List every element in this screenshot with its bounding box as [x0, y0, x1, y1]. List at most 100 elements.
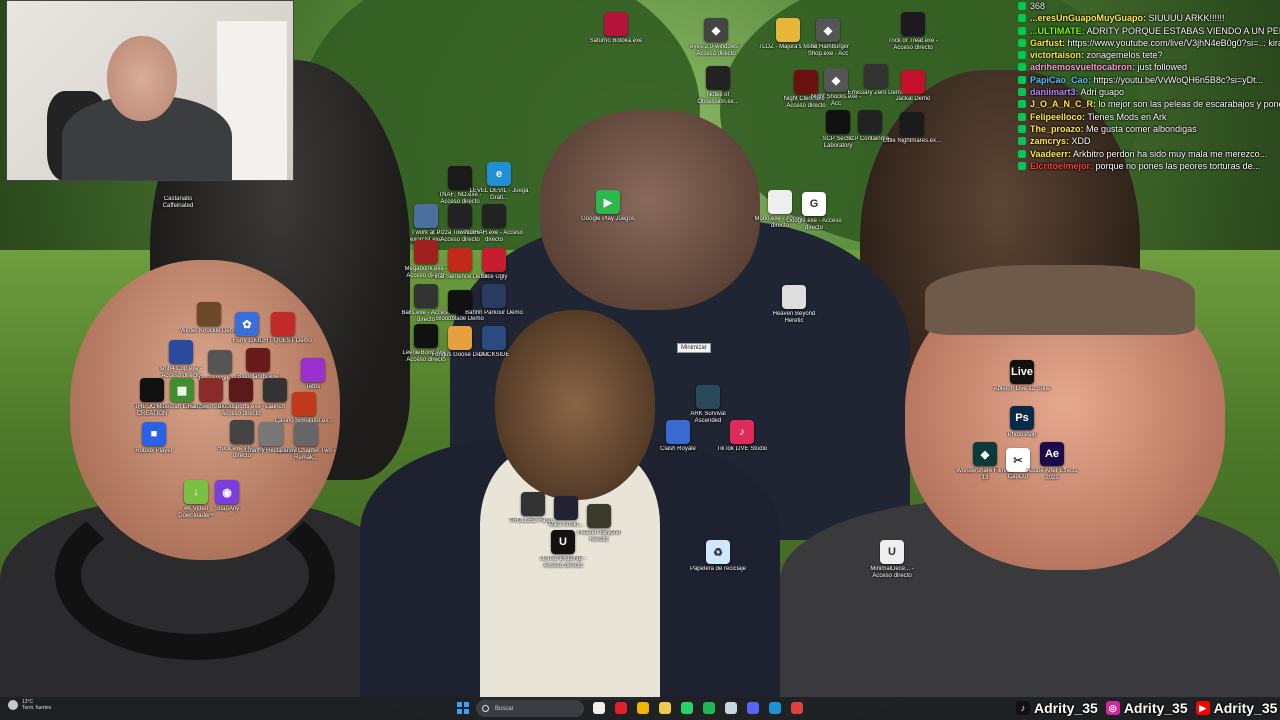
chat-text: ADRITY PORQUE ESTABAS VIENDO A UN PELEAN… [1086, 25, 1280, 36]
desktop-icon[interactable]: G Google.exe - Acceso directo [786, 192, 842, 232]
desktop-icon[interactable]: FIGHT QUEST Demo [254, 312, 312, 345]
desktop-icon[interactable]: ARK Survival Ascended [680, 385, 736, 425]
chrome-icon[interactable] [637, 702, 649, 714]
chat-message: zamcrys: XDD [1018, 135, 1280, 147]
app-icon [482, 204, 506, 228]
desktop-icon-label: FIGHT QUEST Demo [254, 338, 312, 344]
start-button[interactable] [457, 702, 469, 714]
chat-badge-icon [1018, 112, 1026, 121]
chat-text: Adri guapo [1078, 87, 1125, 98]
chat-message: Elcritoelmejor: porque no pones las peor… [1018, 160, 1280, 172]
desktop-icon[interactable]: U MinimalDece... - Acceso directo [864, 540, 920, 580]
chat-message: daniimart3: Adri guapo [1018, 86, 1280, 98]
desktop-icon[interactable]: Bloodlands.exe [230, 348, 286, 381]
desktop-icon-label: TikTok LIVE Studio [716, 446, 768, 452]
youtube-icon: ▶ [1195, 701, 1210, 715]
chat-username: victortaison: [1030, 50, 1085, 61]
chat-message: victortaison: zonagemelos tete? [1018, 49, 1280, 61]
desktop-icon[interactable]: ◉ SnapAny [199, 480, 255, 513]
desktop-icon[interactable]: Clash Royale [650, 420, 706, 453]
desktop-icon-label: Slice Ugly [480, 274, 508, 280]
spotify-icon[interactable] [703, 702, 715, 714]
desktop-icon[interactable]: DUCKSIDE [466, 326, 522, 359]
discord-icon[interactable] [747, 702, 759, 714]
desktop-icon-label: Google.exe - Acceso directo [786, 218, 842, 231]
desktop-icon[interactable]: Ae Adobe After Effects 2023 [1024, 442, 1080, 482]
desktop-icon-label: Little Nightmares.ex... [882, 138, 942, 144]
minimize-tooltip: Minimizar [677, 343, 711, 353]
chat-text: lo mejor son las peleas de escarabajos y… [1098, 99, 1280, 110]
desktop-icon[interactable]: Trick or Treat.exe - Acceso directo [885, 12, 941, 52]
desktop-icon[interactable]: Notes of Obsession.ex... [690, 66, 746, 106]
chat-badge-icon [1018, 2, 1026, 10]
desktop-icon[interactable]: Jackal Demo [885, 70, 941, 103]
chat-text: Arkbitro perdon ha sido muy mala me mere… [1071, 148, 1268, 159]
app-icon [901, 12, 925, 36]
desktop-icon[interactable]: Slice Ugly [466, 248, 522, 281]
app-icon [169, 340, 193, 364]
desktop-icon-label: eyes-2.0-windows - Acceso directo [690, 44, 742, 57]
weather-icon [8, 700, 18, 710]
desktop-icon-label: NotHAH.exe - Acceso directo [464, 230, 524, 243]
chat-text: SIUUUU ARKK!!!!!! [1146, 13, 1225, 24]
whatsapp-icon[interactable] [681, 702, 693, 714]
chat-message: J_O_A_N_C_R: lo mejor son las peleas de … [1018, 98, 1280, 110]
desktop-icon[interactable]: Live Ableton Live 12 Suite [994, 360, 1050, 393]
chat-message: Garfust: https://www.youtube.com/live/V3… [1018, 37, 1280, 49]
desktop-icon[interactable]: Bahhh Parkour Demo [465, 284, 523, 317]
chat-badge-icon [1018, 137, 1026, 146]
chat-badge-icon [1018, 14, 1026, 23]
app-icon [166, 170, 190, 194]
desktop-icon[interactable]: Saturno Botoka.exe [588, 12, 644, 45]
chat-text: just followed [1135, 62, 1188, 73]
webcam-overlay [6, 0, 294, 181]
desktop-icon-label: Heaven Beyond Heretic [772, 311, 816, 324]
chat-badge-icon [1018, 100, 1026, 109]
desktop-icon[interactable]: ◆ eyes-2.0-windows - Acceso directo [688, 18, 744, 58]
app-icon [301, 358, 325, 382]
desktop-icon[interactable]: ■ Roblox Player [126, 422, 182, 455]
desktop-icon[interactable]: ♻ Papelera de reciclaje [690, 540, 746, 573]
desktop-icon[interactable]: Heaven Beyond Heretic [766, 285, 822, 325]
chat-username: ...ULTIMATE: [1030, 25, 1085, 36]
steam-icon[interactable] [725, 702, 737, 714]
desktop-icon[interactable]: U Unreal ENGINE - Acceso directo [535, 530, 591, 570]
chat-username: Garfust: [1030, 37, 1066, 48]
chat-username: ...eresUnGuapoMuyGuapo: [1030, 13, 1147, 24]
app-icon [706, 66, 730, 90]
desktop-icon[interactable]: Little Nightmares.ex... [882, 112, 942, 145]
desktop-icon-label: Notes of Obsession.ex... [697, 92, 739, 105]
app-icon [900, 112, 924, 136]
taskbar-search[interactable]: Buscar [476, 700, 584, 717]
desktop-icon[interactable]: Casino Simulator.ex... [275, 392, 333, 425]
opera-icon[interactable] [615, 702, 627, 714]
edge-icon[interactable] [769, 702, 781, 714]
desktop-icon[interactable]: ◆ The Hamburger Shop.exe - Acc [800, 18, 856, 58]
weather-widget[interactable]: 13°C Torm. fuertes [8, 699, 51, 711]
desktop-icon[interactable]: NotHAH.exe - Acceso directo [464, 204, 524, 244]
desktop-icon[interactable]: Granny Chapter Two - Remak... [277, 422, 335, 462]
desktop-icon-label: Photoshop [1007, 432, 1037, 438]
chat-message: Vaadeerr: Arkbitro perdon ha sido muy ma… [1018, 148, 1280, 160]
chat-text: Tienes Mods en Ark [1085, 111, 1167, 122]
desktop-icon[interactable]: Castanatis Caffeinated [150, 170, 206, 210]
social-handle: ◎ Adrity_35 [1105, 700, 1188, 716]
social-handle-text: Adrity_35 [1123, 700, 1188, 716]
desktop-icon[interactable]: ▶ Google Play Juegos [580, 190, 636, 223]
chat-username: Felipeelloco: [1030, 111, 1086, 122]
chat-message: ...eresUnGuapoMuyGuapo: SIUUUU ARKK!!!!!… [1018, 12, 1280, 24]
chat-badge-icon [1018, 38, 1026, 47]
file-explorer-icon[interactable] [593, 702, 605, 714]
chat-badge-icon [1018, 63, 1026, 72]
desktop-icon[interactable]: e LEVEL DEVIL - Juega Grati... [470, 162, 528, 202]
desktop-icon[interactable]: ♪ TikTok LIVE Studio [714, 420, 770, 453]
desktop-icon-label: MinimalDece... - Acceso directo [870, 566, 914, 579]
chat-username: zamcrys: [1030, 136, 1070, 147]
unity-icon: ◆ [824, 68, 848, 92]
settings-icon[interactable] [791, 702, 803, 714]
desktop-icon[interactable]: Ps Photoshop [994, 406, 1050, 439]
chat-username: adrihemosvueltocabron: [1030, 62, 1136, 73]
explorer-folder-icon[interactable] [659, 702, 671, 714]
desktop-icon-label: Unreal ENGINE - Acceso directo [539, 556, 586, 569]
chat-badge-icon [1018, 88, 1026, 97]
